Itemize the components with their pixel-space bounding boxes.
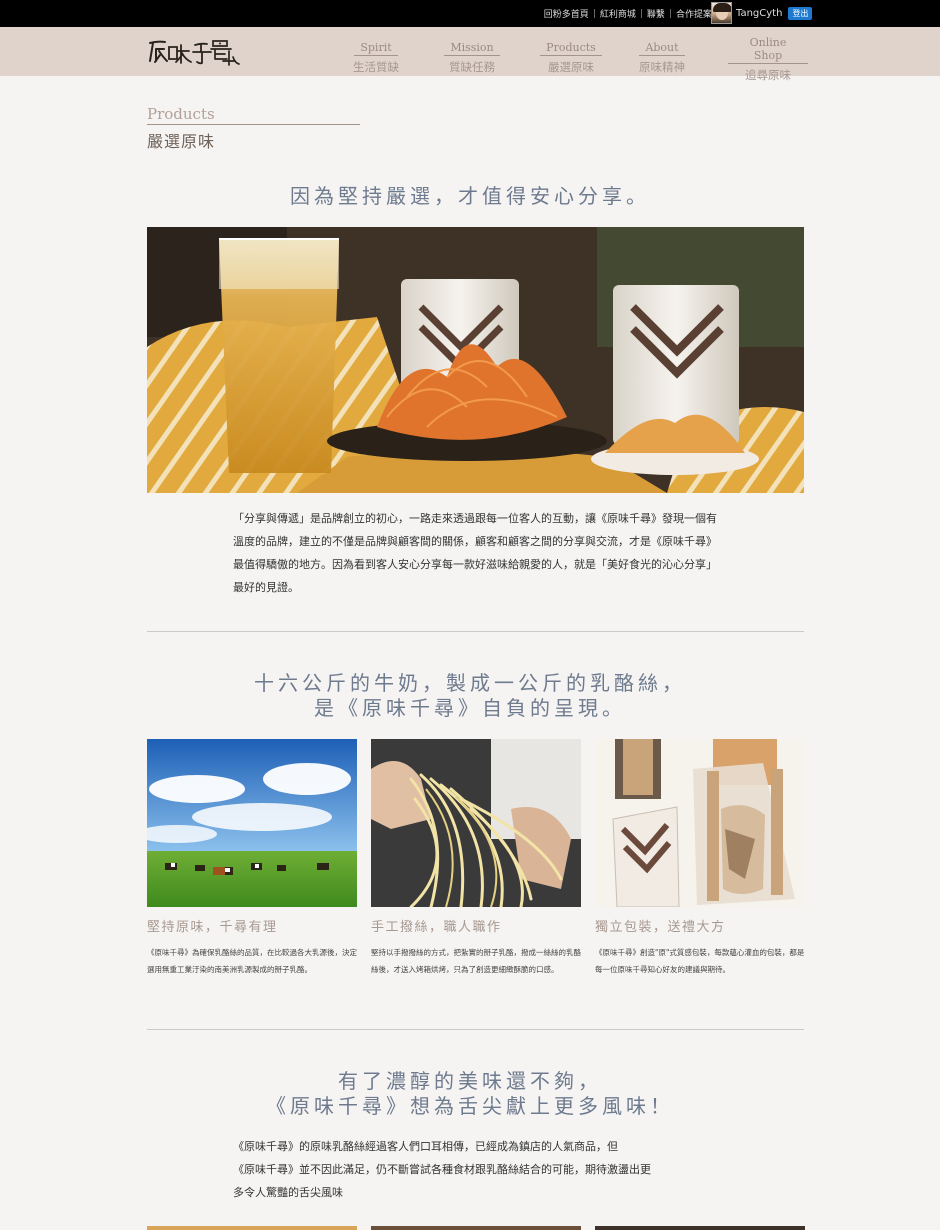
nav-item-online-shop[interactable]: Online Shop 追尋原味: [728, 36, 808, 83]
top-bar: 回粉多首頁 | 紅利商城 | 聯繫 | 合作提案 TangCyth 登出: [0, 0, 940, 27]
feature-image-pasture: [147, 739, 357, 907]
headline-line: 十六公斤的牛奶，製成一公斤的乳酪絲，: [254, 671, 686, 695]
brand-logo[interactable]: [147, 37, 247, 67]
headline-select: 因為堅持嚴選，才值得安心分享。: [290, 184, 650, 208]
next-image-edge: [371, 1226, 581, 1230]
nav-item-zh-label: 嚴選原味: [548, 60, 594, 74]
logout-button[interactable]: 登出: [788, 6, 813, 20]
nav-item-about[interactable]: About 原味精神: [634, 36, 690, 75]
top-links: 回粉多首頁 | 紅利商城 | 聯繫 | 合作提案: [544, 0, 712, 27]
headline-line: 有了濃醇的美味還不夠，: [338, 1069, 602, 1093]
packaging-photo: [595, 739, 805, 907]
user-box: TangCyth 登出: [711, 2, 813, 24]
top-link-partnership[interactable]: 合作提案: [676, 7, 712, 20]
nav-item-en-label: Mission: [444, 41, 500, 56]
paragraph-line: 多令人驚豔的舌尖風味: [233, 1186, 343, 1199]
nav-item-products[interactable]: Products 嚴選原味: [538, 36, 604, 75]
headline-line: 《原味千尋》想為舌尖獻上更多風味！: [266, 1094, 674, 1118]
headline-flavors: 有了濃醇的美味還不夠， 《原味千尋》想為舌尖獻上更多風味！: [0, 1069, 940, 1119]
paragraph-line: 《原味千尋》並不因此滿足，仍不斷嘗試各種食材跟乳酪絲結合的可能，期待激盪出更: [233, 1163, 651, 1176]
nav-item-en-label: About: [639, 41, 685, 56]
pasture-photo: [147, 739, 357, 907]
headline-cheese: 十六公斤的牛奶，製成一公斤的乳酪絲， 是《原味千尋》自負的呈現。: [0, 671, 940, 721]
nav-item-spirit[interactable]: Spirit 生活質缺: [347, 36, 405, 75]
section-divider: [147, 1029, 804, 1030]
separator: |: [668, 8, 672, 19]
avatar[interactable]: [711, 2, 732, 24]
next-image-edge: [595, 1226, 805, 1230]
hand-shredding-photo: [371, 739, 581, 907]
separator: |: [639, 8, 643, 19]
feature-title: 手工撥絲，職人職作: [371, 920, 502, 935]
section-heading-en: Products: [147, 105, 360, 125]
feature-text: 《原味千尋》為確保乳酪絲的品質，在比較過各大乳源後，決定選用無重工業汙染的南美洲…: [147, 948, 357, 974]
nav-item-zh-label: 追尋原味: [745, 68, 791, 82]
nav-item-mission[interactable]: Mission 質缺任務: [443, 36, 501, 75]
next-image-edge: [147, 1226, 357, 1230]
nav-item-en-label: Products: [540, 41, 602, 56]
username[interactable]: TangCyth: [736, 8, 782, 19]
feature-title: 獨立包裝，送禮大方: [595, 920, 726, 935]
top-link-rewards[interactable]: 紅利商城: [600, 7, 636, 20]
headline-line: 是《原味千尋》自負的呈現。: [314, 696, 626, 720]
flavors-paragraph: 《原味千尋》的原味乳酪絲經過客人們口耳相傳，已經成為鎮店的人氣商品，但 《原味千…: [233, 1135, 723, 1204]
main-nav: Spirit 生活質缺 Mission 質缺任務 Products 嚴選原味 A…: [0, 27, 940, 82]
hero-photo: [147, 227, 804, 493]
paragraph-line: 《原味千尋》的原味乳酪絲經過客人們口耳相傳，已經成為鎮店的人氣商品，但: [233, 1140, 618, 1153]
section-divider: [147, 631, 804, 632]
hero-image: [147, 227, 804, 493]
nav-item-zh-label: 質缺任務: [449, 60, 495, 74]
feature-text: 堅持以手撥撥絲的方式，把紮實的掰子乳酪，撥成一絲絲的乳酪絲後，才送入烤箱烘烤，只…: [371, 948, 581, 974]
feature-image-packaging: [595, 739, 805, 907]
feature-text: 《原味千尋》創造"原"式質感包裝，每款蘊心灌血的包裝，都是每一位原味千尋知心好友…: [595, 948, 805, 974]
section-heading: Products 嚴選原味: [147, 105, 360, 152]
nav-item-en-label: Spirit: [354, 41, 398, 56]
feature-image-hand: [371, 739, 581, 907]
feature-title: 堅持原味，千尋有理: [147, 920, 278, 935]
nav-item-zh-label: 生活質缺: [353, 60, 399, 74]
nav-item-zh-label: 原味精神: [639, 60, 685, 74]
nav-item-en-label: Online Shop: [728, 36, 808, 64]
intro-paragraph: 「分享與傳遞」是品牌創立的初心，一路走來透過跟每一位客人的互動，讓《原味千尋》發…: [233, 512, 717, 594]
top-link-contact[interactable]: 聯繫: [647, 7, 665, 20]
top-link-home[interactable]: 回粉多首頁: [544, 7, 589, 20]
separator: |: [592, 8, 596, 19]
section-heading-zh: 嚴選原味: [147, 132, 216, 151]
